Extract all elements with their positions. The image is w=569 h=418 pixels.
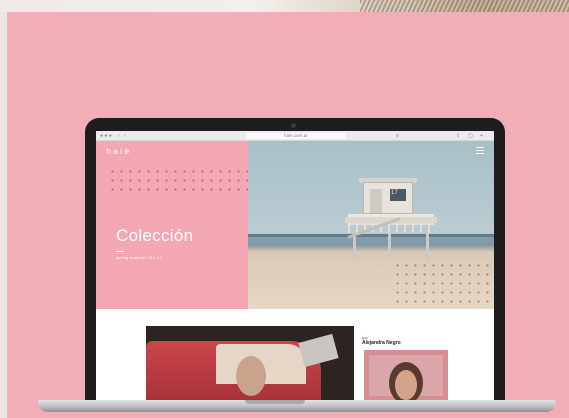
author-name[interactable]: Alejandra Negro [362, 340, 401, 346]
share-icon[interactable]: ⇪ [456, 133, 460, 139]
hamburger-menu-icon[interactable] [476, 147, 484, 154]
tower-leg [353, 233, 356, 261]
address-bar[interactable]: hale.com.ar [246, 133, 346, 139]
car-photo[interactable] [146, 326, 354, 401]
browser-toolbar: ● ● ● ‹ › hale.com.ar ≡ ⇪ ▢ + [96, 131, 494, 141]
reader-icon[interactable]: ≡ [396, 133, 399, 139]
tower-leg [426, 233, 429, 261]
tower-door [370, 189, 382, 213]
content-section: por Alejandra Negro [96, 309, 494, 401]
person-face [236, 356, 266, 396]
forward-button[interactable]: › [124, 133, 126, 139]
camera-icon [291, 123, 296, 128]
laptop-base-notch [245, 400, 305, 404]
background-edge [0, 12, 7, 418]
tabs-icon[interactable]: ▢ [468, 133, 473, 139]
hero-heading: Colección [116, 226, 194, 245]
add-tab-icon[interactable]: + [480, 133, 483, 139]
car-mirror [298, 333, 339, 368]
hero-subheading: spring summer 16 | 17 [116, 255, 163, 260]
dot-pattern-right [393, 261, 493, 306]
tower-leg [388, 233, 391, 257]
site-logo[interactable]: haie [106, 147, 131, 156]
back-button[interactable]: ‹ [118, 133, 120, 139]
portrait-face [395, 370, 417, 400]
hero-beach-photo: 17 [248, 141, 494, 309]
tower-number: 17 [391, 190, 398, 196]
laptop-lid: ● ● ● ‹ › hale.com.ar ≡ ⇪ ▢ + haie Colec… [85, 118, 505, 408]
traffic-lights: ● ● ● [100, 133, 112, 139]
dot-pattern-left [108, 167, 248, 197]
portrait-photo[interactable] [364, 350, 448, 401]
sea-horizon [248, 234, 494, 237]
laptop-screen: ● ● ● ‹ › hale.com.ar ≡ ⇪ ▢ + haie Colec… [96, 131, 494, 401]
hero-pink-panel: haie Colección spring summer 16 | 17 [96, 141, 248, 309]
heading-rule [116, 251, 124, 252]
